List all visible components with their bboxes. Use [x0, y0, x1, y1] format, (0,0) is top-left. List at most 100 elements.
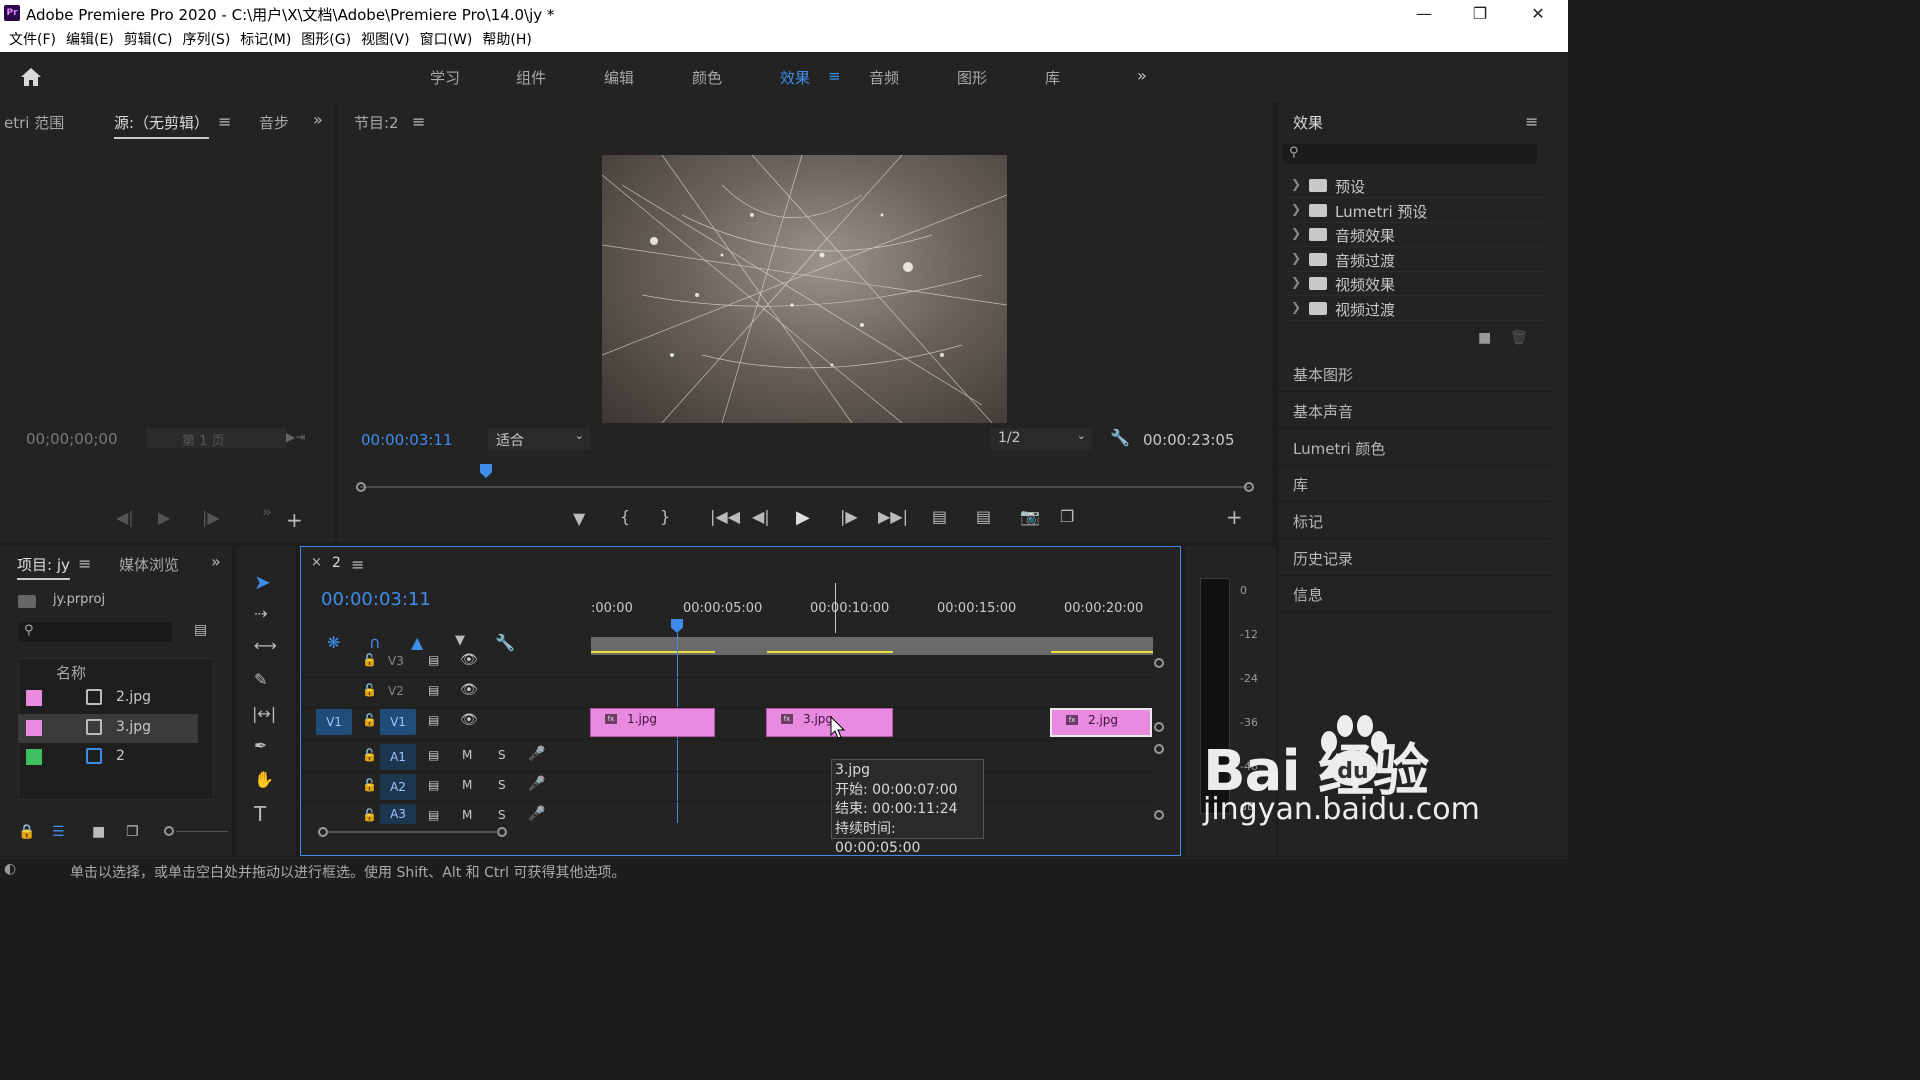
track-target-v1[interactable]: V1 — [380, 709, 416, 735]
tab-source[interactable]: 源:（无剪辑） — [114, 112, 210, 139]
menu-marker[interactable]: 标记(M) — [235, 28, 296, 52]
tab-lumetri-scopes[interactable]: etri 范围 — [4, 112, 64, 133]
effects-item-audio-effects[interactable]: ❯ 音频效果 — [1285, 223, 1545, 247]
page-selector[interactable]: 第 1 页 — [146, 428, 286, 449]
workspace-tab-editing[interactable]: 编辑 — [604, 67, 634, 88]
add-marker-icon[interactable]: ▼ — [455, 633, 465, 648]
lock-icon[interactable]: 🔓 — [362, 653, 377, 667]
effects-search-input[interactable]: ⚲ — [1283, 144, 1537, 164]
slip-tool-icon[interactable]: |↔| — [252, 704, 276, 723]
effects-item-video-transitions[interactable]: ❯ 视频过渡 — [1285, 297, 1545, 321]
list-view-icon[interactable]: ☰ — [52, 824, 65, 840]
panel-libraries[interactable]: 库 — [1279, 466, 1551, 502]
sync-lock-icon[interactable]: ▤ — [428, 778, 439, 792]
mute-button[interactable]: M — [462, 748, 472, 762]
panel-essential-graphics[interactable]: 基本图形 — [1279, 356, 1551, 392]
type-tool-icon[interactable]: T — [254, 802, 266, 826]
workspace-tab-audio[interactable]: 音频 — [869, 67, 899, 88]
scrub-start-handle[interactable] — [356, 482, 366, 492]
project-item[interactable]: 2 — [18, 743, 198, 772]
menu-clip[interactable]: 剪辑(C) — [119, 28, 178, 52]
pen-tool-icon[interactable]: ✒ — [254, 736, 267, 755]
panel-menu-icon[interactable]: ≡ — [218, 112, 231, 131]
close-tab-icon[interactable]: × — [311, 555, 322, 570]
step-forward-icon[interactable]: ▶⇥ — [286, 430, 305, 444]
track-label[interactable]: V3 — [388, 654, 404, 668]
sync-lock-icon[interactable]: ▤ — [428, 713, 439, 727]
label-color-swatch[interactable] — [26, 720, 42, 736]
microphone-icon[interactable]: 🎤 — [528, 746, 545, 762]
zoom-slider-handle[interactable] — [164, 826, 174, 836]
timeline-timecode[interactable]: 00:00:03:11 — [321, 589, 431, 610]
track-target-a1[interactable]: A1 — [380, 744, 416, 770]
source-patch-v1[interactable]: V1 — [316, 709, 352, 735]
home-icon[interactable] — [20, 66, 42, 88]
panel-essential-sound[interactable]: 基本声音 — [1279, 393, 1551, 429]
mark-in-icon[interactable]: { — [620, 507, 630, 526]
panel-overflow-icon[interactable]: » — [211, 552, 221, 571]
playhead-icon[interactable] — [480, 464, 492, 478]
track-target-a2[interactable]: A2 — [380, 774, 416, 800]
scrub-end-handle[interactable] — [1244, 482, 1254, 492]
workspace-tab-effects[interactable]: 效果 — [780, 67, 810, 88]
zoom-slider[interactable] — [176, 831, 228, 832]
eye-icon[interactable]: 👁 — [460, 652, 478, 668]
ripple-edit-tool-icon[interactable]: ⟷ — [254, 636, 277, 655]
track-label[interactable]: V2 — [388, 684, 404, 698]
track-target-a3[interactable]: A3 — [380, 804, 416, 824]
restore-button[interactable]: ❐ — [1460, 2, 1500, 26]
go-to-in-icon[interactable]: |◀◀ — [710, 507, 740, 526]
playhead-icon[interactable] — [671, 619, 683, 633]
fit-dropdown[interactable]: 适合 ⌄ — [488, 428, 590, 450]
timeline-menu-icon[interactable]: ≡ — [351, 555, 364, 574]
effects-item-presets[interactable]: ❯ 预设 — [1285, 174, 1545, 198]
find-icon[interactable]: ▤ — [194, 622, 207, 638]
panel-history[interactable]: 历史记录 — [1279, 540, 1551, 576]
solo-button[interactable]: S — [498, 808, 506, 822]
clip-1[interactable]: fx 1.jpg — [590, 708, 715, 737]
clip-2[interactable]: fx 2.jpg — [1050, 708, 1152, 737]
sync-lock-icon[interactable]: ▤ — [428, 808, 439, 822]
project-menu-icon[interactable]: ≡ — [78, 554, 91, 573]
menu-edit[interactable]: 编辑(E) — [61, 28, 119, 52]
eye-icon[interactable]: 👁 — [460, 712, 478, 728]
menu-help[interactable]: 帮助(H) — [477, 28, 536, 52]
track-select-tool-icon[interactable]: ⇢ — [254, 604, 267, 623]
effects-item-lumetri-presets[interactable]: ❯ Lumetri 预设 — [1285, 199, 1545, 223]
microphone-icon[interactable]: 🎤 — [528, 806, 545, 822]
step-forward-icon[interactable]: |▶ — [840, 507, 858, 526]
lock-icon[interactable]: 🔓 — [362, 683, 377, 697]
trash-icon[interactable]: 🗑 — [1510, 330, 1528, 346]
mute-button[interactable]: M — [462, 808, 472, 822]
h-scrollbar[interactable] — [328, 831, 498, 833]
lock-icon[interactable]: 🔓 — [362, 748, 377, 762]
sync-lock-icon[interactable]: ▤ — [428, 748, 439, 762]
source-timecode[interactable]: 00;00;00;00 — [26, 430, 118, 448]
menu-file[interactable]: 文件(F) — [4, 28, 61, 52]
workspace-tab-learn[interactable]: 学习 — [430, 67, 460, 88]
program-scrub-bar[interactable] — [360, 486, 1250, 488]
step-forward-frame-icon[interactable]: |▶ — [202, 508, 220, 527]
menu-window[interactable]: 窗口(W) — [415, 28, 478, 52]
mute-button[interactable]: M — [462, 778, 472, 792]
panel-markers[interactable]: 标记 — [1279, 503, 1551, 539]
sync-lock-icon[interactable]: ▤ — [428, 683, 439, 697]
comparison-view-icon[interactable]: ❐ — [1060, 507, 1074, 526]
resolution-dropdown[interactable]: 1/2 ⌄ — [990, 428, 1092, 450]
label-color-swatch[interactable] — [26, 749, 42, 765]
close-window-button[interactable]: ✕ — [1518, 2, 1558, 26]
sync-lock-icon[interactable]: ▤ — [428, 653, 439, 667]
wrench-icon[interactable]: 🔧 — [1110, 428, 1130, 447]
audio-scroll-handle[interactable] — [1154, 744, 1164, 754]
tab-audio-mixer[interactable]: 音步 — [259, 112, 289, 133]
workspace-tab-libraries[interactable]: 库 — [1045, 67, 1060, 88]
column-name-header[interactable]: 名称 — [56, 662, 86, 683]
play-icon[interactable]: ▶ — [796, 507, 810, 528]
panel-lumetri-color[interactable]: Lumetri 颜色 — [1279, 430, 1551, 466]
effects-item-video-effects[interactable]: ❯ 视频效果 — [1285, 272, 1545, 296]
project-search-input[interactable]: ⚲ — [18, 622, 172, 642]
more-buttons-icon[interactable]: » — [262, 502, 272, 521]
project-item-selected[interactable]: 3.jpg — [18, 714, 198, 743]
h-scroll-start-handle[interactable] — [318, 827, 328, 837]
workspace-tab-color[interactable]: 颜色 — [692, 67, 722, 88]
